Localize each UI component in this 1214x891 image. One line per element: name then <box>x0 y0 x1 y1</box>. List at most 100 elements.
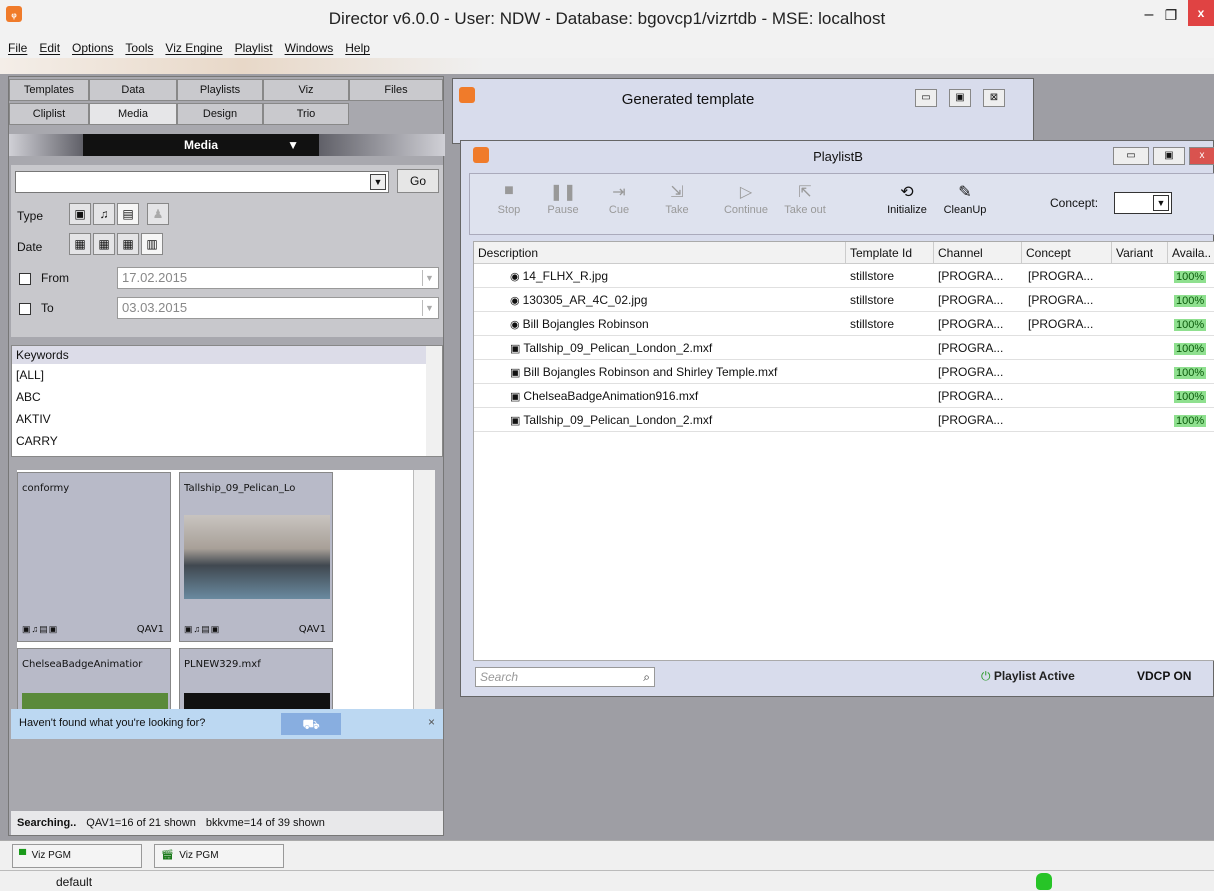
column-concept[interactable]: Concept <box>1022 242 1112 264</box>
cell-concept <box>1028 336 1112 360</box>
menu-viz-engine[interactable]: Viz Engine <box>165 41 222 55</box>
from-checkbox[interactable] <box>19 273 31 285</box>
tab-files[interactable]: Files <box>349 79 443 101</box>
menu-options[interactable]: Options <box>72 41 113 55</box>
cell-availability-text: 100% <box>1174 343 1207 355</box>
cleanup-button[interactable]: ✎ CleanUp <box>936 182 994 216</box>
tab-playlists[interactable]: Playlists <box>177 79 263 101</box>
menu-file[interactable]: File <box>8 41 27 55</box>
minimize-button[interactable]: – <box>1140 6 1158 24</box>
take-button[interactable]: ⇲ Take <box>652 182 702 216</box>
person-type-icon[interactable]: ♟ <box>147 203 169 225</box>
table-row[interactable]: ◉ 14_FLHX_R.jpg stillstore [PROGRA... [PROGR… <box>474 264 1214 288</box>
cell-concept-text: [PROGRA... <box>1028 269 1094 283</box>
continue-icon: ▷ <box>739 184 753 201</box>
menu-windows[interactable]: Windows <box>285 41 334 55</box>
close-button[interactable]: ⊠ <box>983 89 1005 107</box>
cell-description: ◉ Bill Bojangles Robinson <box>510 312 840 336</box>
tab-viz[interactable]: Viz <box>263 79 349 101</box>
cell-template-id <box>850 384 934 408</box>
chevron-down-icon[interactable]: ▼ <box>422 300 436 316</box>
tab-cliplist[interactable]: Cliplist <box>9 103 89 125</box>
cell-template-id: stillstore <box>850 264 934 288</box>
menu-help[interactable]: Help <box>345 41 370 55</box>
column-channel[interactable]: Channel <box>934 242 1022 264</box>
status-bar: default <box>0 870 1214 891</box>
menu-edit[interactable]: Edit <box>39 41 60 55</box>
calendar-week-icon[interactable]: ▦ <box>93 233 115 255</box>
media-thumbnail[interactable]: ChelseaBadgeAnimatior <box>17 648 171 718</box>
maximize-button[interactable]: ▣ <box>949 89 971 107</box>
calendar-day-icon[interactable]: ▦ <box>69 233 91 255</box>
output-viz-pgm-1[interactable]: ▀ Viz PGM <box>12 844 142 868</box>
continue-button[interactable]: ▷ Continue <box>716 182 776 216</box>
close-button[interactable]: x <box>1189 147 1214 165</box>
column-availability[interactable]: Availa.. <box>1168 242 1214 264</box>
tab-design[interactable]: Design <box>177 103 263 125</box>
table-row[interactable]: ▣ ChelseaBadgeAnimation916.mxf [PROGRA... 1… <box>474 384 1214 408</box>
maximize-button[interactable]: ❐ <box>1162 6 1180 24</box>
search-input[interactable]: ▼ <box>15 171 389 193</box>
calendar-range-icon[interactable]: ▥ <box>141 233 163 255</box>
thumbnail-scrollbar[interactable] <box>413 470 435 710</box>
keywords-scrollbar[interactable] <box>426 346 442 456</box>
audio-type-icon[interactable]: ♫ <box>93 203 115 225</box>
cue-button[interactable]: ⇥ Cue <box>594 182 644 216</box>
column-variant[interactable]: Variant <box>1112 242 1168 264</box>
to-checkbox[interactable] <box>19 303 31 315</box>
concept-label: Concept: <box>1050 196 1099 210</box>
chevron-down-icon[interactable]: ▼ <box>370 174 386 190</box>
tab-trio[interactable]: Trio <box>263 103 349 125</box>
tab-media[interactable]: Media <box>89 103 177 125</box>
to-date-field[interactable]: 03.03.2015 ▼ <box>117 297 439 319</box>
maximize-button[interactable]: ▣ <box>1153 147 1185 165</box>
search-icon[interactable]: ⌕ <box>643 668 650 686</box>
column-description[interactable]: Description <box>474 242 846 264</box>
minimize-button[interactable]: ▭ <box>915 89 937 107</box>
media-type-icons: ▣♫▤▣ <box>22 624 59 634</box>
table-row[interactable]: ◉ Bill Bojangles Robinson stillstore [PROGR… <box>474 312 1214 336</box>
close-button[interactable]: x <box>1188 0 1214 26</box>
thumbnail-title: Tallship_09_Pelican_Lo <box>184 483 296 494</box>
playlist-search-input[interactable]: Search ⌕ <box>475 667 655 687</box>
keyword-item[interactable]: CARRY <box>16 434 58 448</box>
chevron-down-icon[interactable]: ▼ <box>1153 195 1169 211</box>
column-template-id[interactable]: Template Id <box>846 242 934 264</box>
keyword-item[interactable]: [ALL] <box>16 368 44 382</box>
calendar-month-icon[interactable]: ▦ <box>117 233 139 255</box>
video-type-icon[interactable]: ▤ <box>117 203 139 225</box>
stop-button[interactable]: ■ Stop <box>484 182 534 216</box>
tab-data[interactable]: Data <box>89 79 177 101</box>
table-row[interactable]: ▣ Bill Bojangles Robinson and Shirley Tem… <box>474 360 1214 384</box>
chevron-down-icon[interactable]: ▼ <box>422 270 436 286</box>
keywords-header: Keywords <box>12 346 442 364</box>
media-thumbnail[interactable]: PLNEW329.mxf <box>179 648 333 718</box>
close-icon[interactable]: × <box>428 715 435 729</box>
output-viz-pgm-2[interactable]: 🎬︎ Viz PGM <box>154 844 284 868</box>
keywords-list[interactable]: Keywords [ALL] ABC AKTIV CARRY <box>11 345 443 457</box>
cell-channel: [PROGRA... <box>938 264 1022 288</box>
delivery-truck-icon[interactable]: ⛟ <box>281 713 341 735</box>
minimize-button[interactable]: ▭ <box>1113 147 1149 165</box>
media-thumbnail[interactable]: Tallship_09_Pelican_Lo ▣♫▤▣ QAV1 <box>179 472 333 642</box>
tab-templates[interactable]: Templates <box>9 79 89 101</box>
keyword-item[interactable]: ABC <box>16 390 41 404</box>
table-row[interactable]: ▣ Tallship_09_Pelican_London_2.mxf [PROGRA… <box>474 336 1214 360</box>
image-type-icon[interactable]: ▣ <box>69 203 91 225</box>
take-out-label: Take out <box>784 204 826 216</box>
cell-availability: 100% <box>1174 336 1214 360</box>
table-row[interactable]: ◉ 130305_AR_4C_02.jpg stillstore [PROGRA...… <box>474 288 1214 312</box>
panel-title[interactable]: Media ▼ <box>83 134 319 156</box>
pause-button[interactable]: ❚❚ Pause <box>538 182 588 216</box>
menu-playlist[interactable]: Playlist <box>235 41 273 55</box>
cell-availability: 100% <box>1174 408 1214 432</box>
menu-tools[interactable]: Tools <box>125 41 153 55</box>
initialize-button[interactable]: ⟲ Initialize <box>880 182 934 216</box>
concept-select[interactable]: ▼ <box>1114 192 1172 214</box>
from-date-field[interactable]: 17.02.2015 ▼ <box>117 267 439 289</box>
go-button[interactable]: Go <box>397 169 439 193</box>
keyword-item[interactable]: AKTIV <box>16 412 51 426</box>
media-thumbnail[interactable]: conformy ▣♫▤▣ QAV1 <box>17 472 171 642</box>
table-row[interactable]: ▣ Tallship_09_Pelican_London_2.mxf [PROGRA… <box>474 408 1214 432</box>
take-out-button[interactable]: ⇱ Take out <box>774 182 836 216</box>
